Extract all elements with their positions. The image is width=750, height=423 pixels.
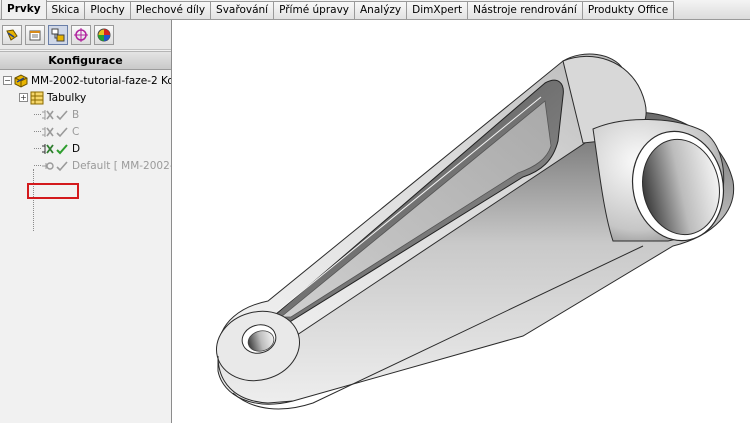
tab-prvky[interactable]: Prvky bbox=[1, 0, 47, 19]
property-manager-tab[interactable] bbox=[25, 24, 45, 45]
configuration-icon bbox=[41, 159, 55, 173]
tree-connector bbox=[34, 131, 41, 132]
tab-dimxpert[interactable]: DimXpert bbox=[406, 1, 469, 19]
display-manager-tab[interactable] bbox=[94, 24, 114, 45]
graphics-area[interactable] bbox=[173, 21, 750, 423]
tree-item-label: MM-2002-tutorial-faze-2 Kor bbox=[31, 74, 172, 87]
tab-produkty-office[interactable]: Produkty Office bbox=[581, 1, 675, 19]
configuration-icon bbox=[41, 142, 55, 156]
property-manager-icon bbox=[29, 30, 41, 40]
tree-item-label: D bbox=[72, 142, 81, 155]
configuration-manager-panel: Konfigurace − MM-2002-tutorial-faze-2 Ko… bbox=[0, 20, 172, 423]
tree-item-config-d[interactable]: D bbox=[0, 140, 171, 157]
command-manager-tabs: Prvky Skica Plochy Plechové díly Svařová… bbox=[0, 0, 750, 20]
dimxpert-manager-tab[interactable] bbox=[71, 24, 91, 45]
feature-manager-icon bbox=[6, 28, 18, 41]
check-icon bbox=[55, 108, 69, 122]
panel-title: Konfigurace bbox=[0, 51, 171, 70]
dimxpert-manager-icon bbox=[74, 27, 88, 42]
tab-svarovani[interactable]: Svařování bbox=[210, 1, 275, 19]
display-manager-icon bbox=[97, 28, 111, 41]
tree-item-label: B bbox=[72, 108, 80, 121]
table-icon bbox=[30, 91, 44, 105]
tree-item-config-c[interactable]: C bbox=[0, 123, 171, 140]
tree-item-root[interactable]: − MM-2002-tutorial-faze-2 Kor bbox=[0, 72, 171, 89]
expand-toggle[interactable]: + bbox=[19, 93, 28, 102]
tab-plechove-dily[interactable]: Plechové díly bbox=[129, 1, 212, 19]
feature-manager-tab[interactable] bbox=[2, 24, 22, 45]
tree-item-tables[interactable]: + Tabulky bbox=[0, 89, 171, 106]
configuration-tree: − MM-2002-tutorial-faze-2 Kor + Tabulky … bbox=[0, 70, 171, 231]
tree-connector bbox=[34, 165, 41, 166]
tab-plochy[interactable]: Plochy bbox=[84, 1, 131, 19]
check-icon bbox=[55, 142, 69, 156]
collapse-toggle[interactable]: − bbox=[3, 76, 12, 85]
configuration-icon bbox=[41, 125, 55, 139]
part-model-render bbox=[215, 53, 735, 410]
part-icon bbox=[14, 73, 28, 88]
manager-tabs bbox=[0, 20, 171, 50]
check-icon bbox=[55, 159, 69, 173]
configuration-manager-icon bbox=[51, 28, 65, 41]
tree-connector bbox=[34, 114, 41, 115]
tab-analyzy[interactable]: Analýzy bbox=[354, 1, 408, 19]
selection-highlight-box bbox=[27, 183, 79, 199]
tree-item-label: Tabulky bbox=[47, 91, 87, 104]
tree-connector bbox=[34, 148, 41, 149]
check-icon bbox=[55, 125, 69, 139]
configuration-icon bbox=[41, 108, 55, 122]
tree-item-config-default[interactable]: Default [ MM-2002-tu bbox=[0, 157, 171, 174]
tree-item-label: Default [ MM-2002-tu bbox=[72, 159, 171, 172]
tab-prime-upravy[interactable]: Přímé úpravy bbox=[273, 1, 355, 19]
tree-item-label: C bbox=[72, 125, 80, 138]
tab-skica[interactable]: Skica bbox=[45, 1, 86, 19]
tab-nastroje-rendrovani[interactable]: Nástroje rendrování bbox=[467, 1, 583, 19]
configuration-manager-tab[interactable] bbox=[48, 24, 68, 45]
tree-item-config-b[interactable]: B bbox=[0, 106, 171, 123]
tree-connector bbox=[33, 169, 34, 231]
